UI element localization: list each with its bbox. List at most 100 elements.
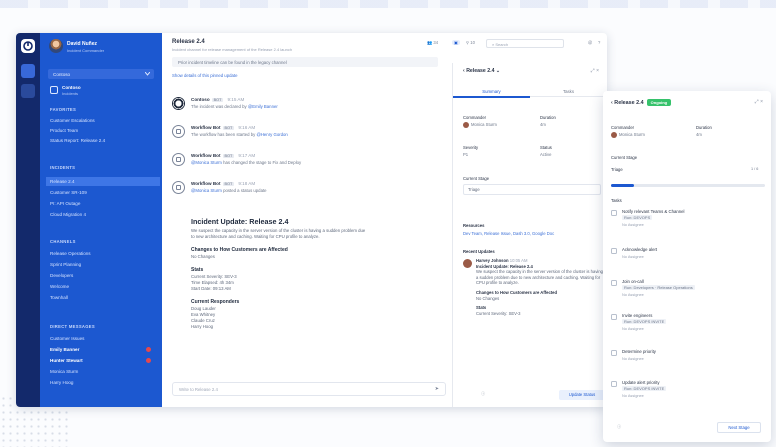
task-checkbox[interactable] — [611, 314, 617, 320]
sidebar-item[interactable]: Sprint Planning — [50, 260, 160, 269]
task-assignee[interactable]: No Assignee — [622, 326, 644, 331]
channel-title[interactable]: Release 2.4 — [172, 39, 205, 45]
bot-tag: BOT — [222, 126, 235, 130]
member-count[interactable]: 👥 34 — [427, 40, 438, 46]
status-value[interactable]: Active — [540, 152, 551, 157]
popout-title[interactable]: ‹ Release 2.4 Ongoing — [611, 99, 672, 106]
mention-icon[interactable]: @ — [588, 40, 592, 45]
mention-link[interactable]: @Emily Banner — [248, 104, 278, 109]
task-title: Update alert priority — [622, 380, 660, 385]
severity-value[interactable]: P1 — [463, 152, 468, 157]
task-checkbox[interactable] — [611, 350, 617, 356]
command-tag[interactable]: Run: DEVOPS — [622, 215, 653, 220]
post-time[interactable]: 9:18 AM — [238, 181, 255, 186]
task-assignee[interactable]: No Assignee — [622, 356, 644, 361]
incident-rhs-panel: ‹ Release 2.4 ⌄ ⤢ × Summary Tasks Comman… — [452, 63, 607, 407]
commander-value[interactable]: Monica Sturm — [463, 122, 497, 128]
info-icon[interactable]: ⓘ — [617, 424, 621, 430]
section-direct-messages[interactable]: DIRECT MESSAGES — [50, 324, 95, 329]
close-icon[interactable]: × — [760, 99, 763, 105]
sidebar-item[interactable]: Cloud Migration 4 — [50, 210, 160, 219]
task-checkbox[interactable] — [611, 210, 617, 216]
task-checkbox[interactable] — [611, 381, 617, 387]
section-channels[interactable]: CHANNELS — [50, 239, 76, 244]
team-icon-2[interactable] — [21, 84, 35, 98]
sidebar-item[interactable]: Customer Issues — [50, 334, 160, 343]
rhs-title[interactable]: ‹ Release 2.4 ⌄ — [463, 68, 500, 74]
stage-select[interactable]: Triage — [463, 184, 601, 195]
post-time[interactable]: 9:15 AM — [227, 97, 244, 102]
expand-icon[interactable]: ⤢ — [591, 68, 595, 74]
mention-link[interactable]: @Monica Sturm — [191, 188, 222, 193]
update-status-button[interactable]: Update Status — [559, 390, 605, 400]
post-time[interactable]: 9:16 AM — [238, 125, 255, 130]
section-favorites[interactable]: FAVORITES — [50, 107, 76, 112]
bot-tag: BOT — [222, 182, 235, 186]
incident-toggle[interactable]: ▣ — [452, 40, 460, 45]
task-checkbox[interactable] — [611, 280, 617, 286]
count-label: 10 — [470, 40, 475, 45]
close-icon[interactable]: × — [596, 68, 599, 74]
pin-icon: ⚲ — [466, 40, 470, 45]
current-team[interactable]: Contoso Incidents — [48, 84, 154, 97]
send-icon[interactable]: ➤ — [435, 386, 439, 392]
rhs-controls[interactable]: ⤢ × — [591, 68, 599, 74]
section-incidents[interactable]: INCIDENTS — [50, 165, 75, 170]
post-author[interactable]: Contoso — [191, 97, 210, 102]
task-command: Run: DEVOPS — [622, 215, 653, 220]
sidebar-item[interactable]: Developers — [50, 271, 160, 280]
logo-icon[interactable] — [21, 39, 35, 53]
command-tag[interactable]: Run: DEVOPS INVITE — [622, 319, 667, 324]
pinned-count[interactable]: ⚲ 10 — [466, 40, 475, 45]
sidebar-item[interactable]: Customer Escalations — [50, 116, 160, 125]
next-stage-button[interactable]: Next Stage — [717, 422, 761, 433]
task-assignee[interactable]: No Assignee — [622, 222, 644, 227]
sidebar-item[interactable]: Release Operations — [50, 249, 160, 258]
user-name: David Nuñez — [67, 41, 98, 47]
team-select[interactable]: Contoso — [48, 69, 154, 79]
sidebar-item-release[interactable]: Release 2.4 — [46, 177, 160, 186]
popout-controls[interactable]: ⤢ × — [755, 99, 763, 105]
message-composer[interactable]: Write to Release 2.4 ➤ — [172, 382, 446, 396]
sidebar-item[interactable]: Monica Sturm — [50, 367, 160, 376]
help-icon[interactable]: ? — [598, 40, 600, 45]
sidebar-item[interactable]: PI: API Outage — [50, 199, 160, 208]
sidebar-item[interactable]: Welcome — [50, 282, 160, 291]
expand-icon[interactable]: ⤢ — [755, 99, 759, 105]
post-text: The incident was declared by @Emily Bann… — [191, 104, 278, 109]
task-checkbox[interactable] — [611, 248, 617, 254]
resources-links[interactable]: Dev Team, Release Issue, Dash 3.0, Googl… — [463, 231, 554, 236]
dm-item[interactable]: Hunter Stewart — [50, 356, 160, 365]
task-assignee[interactable]: No Assignee — [622, 254, 644, 259]
tab-tasks[interactable]: Tasks — [530, 89, 607, 94]
post-time[interactable]: 9:17 AM — [238, 153, 255, 158]
status-label: Status — [540, 145, 552, 150]
commander-value[interactable]: Monica Sturm — [611, 132, 645, 138]
team-select-label: Contoso — [53, 71, 71, 77]
sidebar-item[interactable]: Customer SR-109 — [50, 188, 160, 197]
dm-item[interactable]: Emily Banner — [50, 345, 160, 354]
task-assignee[interactable]: No Assignee — [622, 292, 644, 297]
task-assignee[interactable]: No Assignee — [622, 393, 644, 398]
post-author[interactable]: Workflow Bot — [191, 181, 221, 186]
back-icon[interactable]: ‹ — [463, 68, 465, 74]
pinned-link[interactable]: Show details of this pinned update — [172, 73, 237, 78]
tab-summary[interactable]: Summary — [453, 89, 530, 94]
mention-link[interactable]: @Henry Gordon — [256, 132, 287, 137]
update-author[interactable]: Harvey Johnson — [476, 258, 509, 263]
sidebar-item[interactable]: Status Report: Release 2.4 — [50, 136, 160, 145]
task-item: Determine priority No Assignee — [611, 349, 761, 377]
command-tag[interactable]: Run: Developers · Release Operations — [622, 285, 695, 290]
search-input[interactable]: ⌕ Search — [486, 39, 564, 48]
user-profile[interactable]: David Nuñez Incident Commander — [49, 39, 159, 55]
back-icon[interactable]: ‹ — [611, 100, 613, 106]
mention-link[interactable]: @Monica Sturm — [191, 160, 222, 165]
info-icon[interactable]: ⓘ — [481, 391, 485, 397]
sidebar-item[interactable]: Product Team — [50, 126, 160, 135]
command-tag[interactable]: Run: DEVOPS INVITE — [622, 386, 667, 391]
post-author[interactable]: Workflow Bot — [191, 153, 221, 158]
post-author[interactable]: Workflow Bot — [191, 125, 221, 130]
sidebar-item[interactable]: Harry Hoog — [50, 378, 160, 387]
team-icon-1[interactable] — [21, 64, 35, 78]
sidebar-item[interactable]: Townhall — [50, 293, 160, 302]
